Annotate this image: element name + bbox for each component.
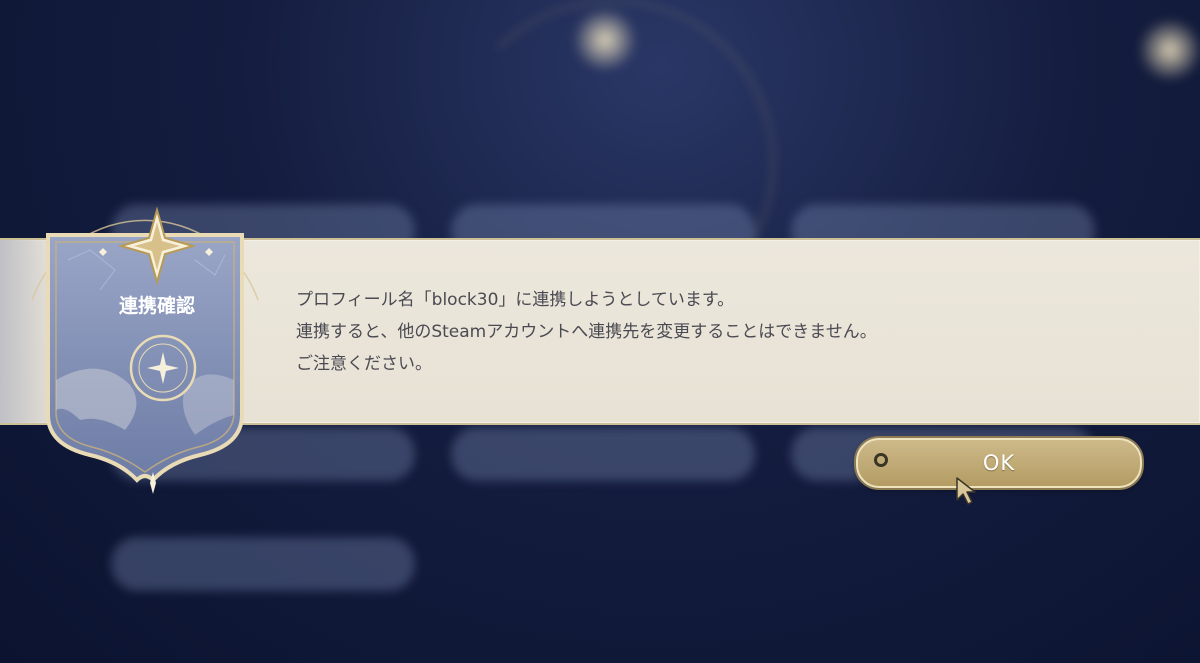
message-line-2: 連携すると、他のSteamアカウントへ連携先を変更することはできません。	[296, 322, 877, 342]
dialog-title: 連携確認	[119, 294, 195, 317]
ok-button[interactable]: OK	[856, 438, 1142, 488]
background-star-glow-right	[1135, 20, 1200, 80]
background-menu-button	[112, 538, 414, 590]
message-line-1: プロフィール名「block30」に連携しようとしています。	[296, 290, 735, 310]
ok-button-label: OK	[982, 451, 1016, 475]
dialog-crest: 連携確認	[31, 206, 259, 494]
message-line-3: ご注意ください。	[296, 354, 432, 374]
background-menu-button	[452, 428, 754, 480]
circle-button-hint-icon	[874, 453, 888, 467]
pointer-cursor-icon	[956, 477, 976, 505]
dialog-message: プロフィール名「block30」に連携しようとしています。 連携すると、他のSt…	[296, 284, 1176, 380]
